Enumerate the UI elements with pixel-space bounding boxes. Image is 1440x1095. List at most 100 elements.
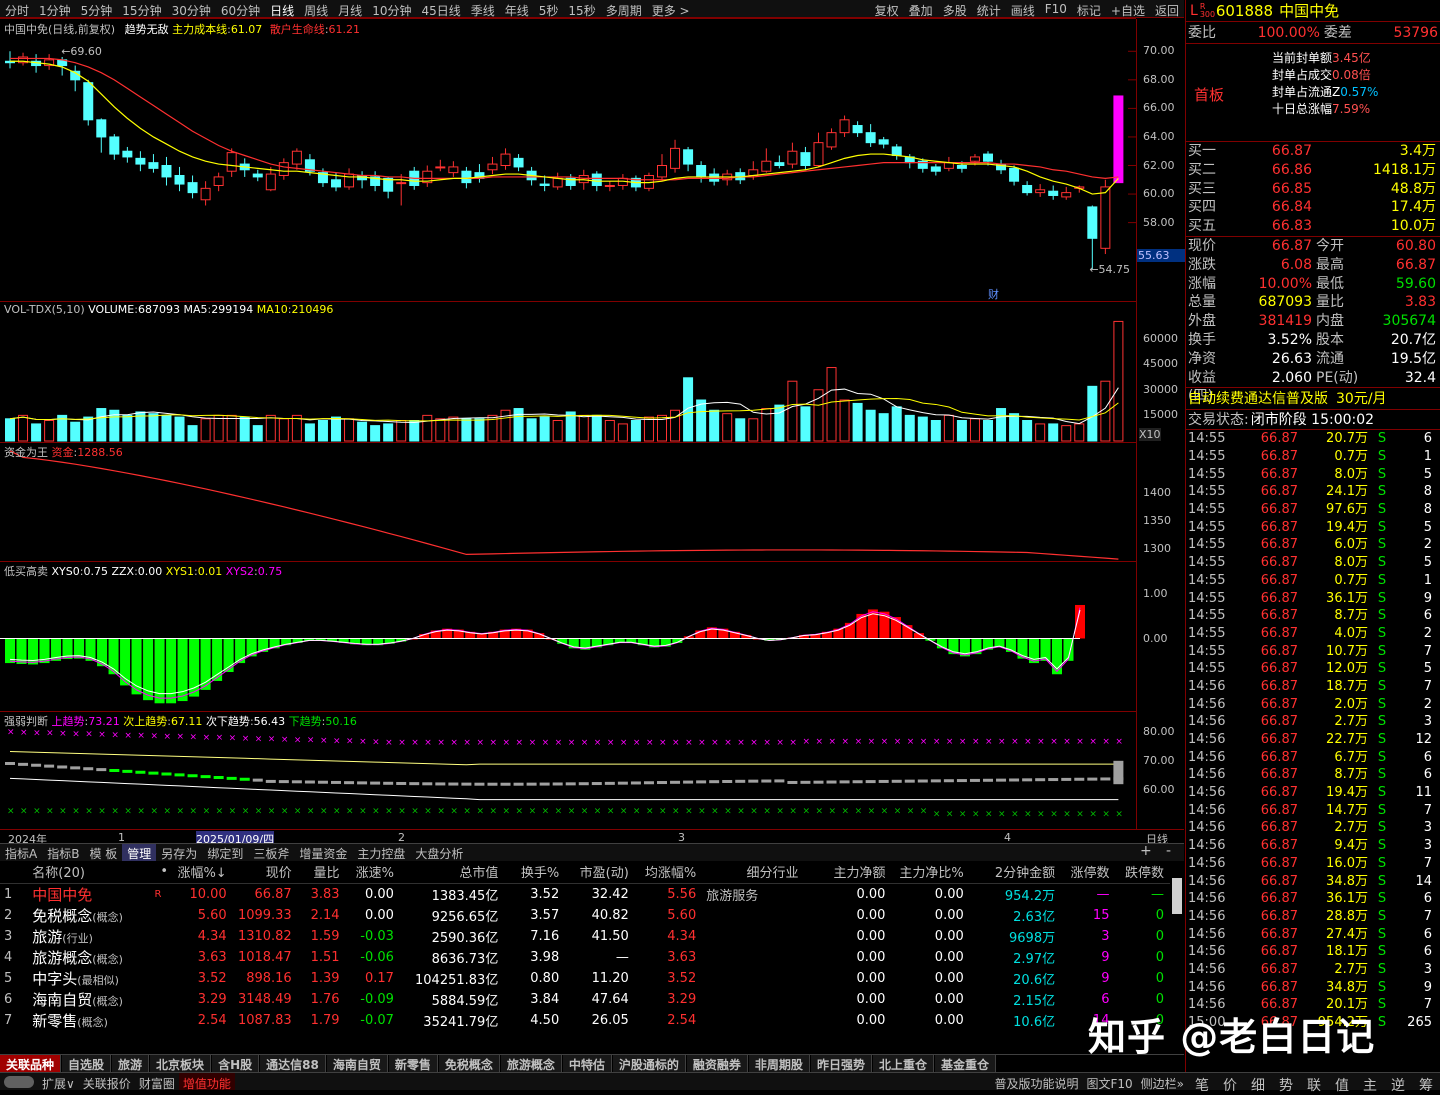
row-name[interactable]: 免税概念(概念) <box>28 905 148 926</box>
period-tab-4[interactable]: 30分钟 <box>167 0 216 18</box>
table-row[interactable]: 6 海南自贸(概念) 3.29 3148.49 1.76 -0.09 5884.59亿 3.8… <box>0 989 1170 1010</box>
stock-name-cell[interactable]: 海南自贸 <box>32 991 92 1009</box>
status-right-2[interactable]: 侧边栏» <box>1137 1073 1188 1091</box>
subtab-3[interactable]: 管理 <box>122 844 157 861</box>
table-row[interactable]: 3 旅游(行业) 4.34 1310.82 1.59 -0.03 2590.36亿 7.16 4… <box>0 926 1170 947</box>
candle-panel[interactable]: 中国中免(日线,前复权) 趋势无敌 主力成本线:61.07 散户生命线:61.2… <box>0 18 1185 302</box>
toolbar-button-1[interactable]: 叠加 <box>904 0 938 18</box>
block-tab-6[interactable]: 海南自贸 <box>326 1055 388 1072</box>
block-tab-4[interactable]: 含H股 <box>212 1055 260 1072</box>
stock-name-cell[interactable]: 新零售 <box>32 1012 77 1030</box>
toggle-switch[interactable] <box>4 1076 34 1088</box>
block-tab-3[interactable]: 北京板块 <box>150 1055 212 1072</box>
col-header-12[interactable]: 主力净额 <box>804 861 892 884</box>
block-tab-5[interactable]: 通达信88 <box>260 1055 326 1072</box>
col-header-9[interactable]: 市盈(动) <box>565 861 635 884</box>
oscillator-chart-svg[interactable] <box>0 562 1136 712</box>
table-row[interactable]: 1 中国中免 R 10.00 66.87 3.83 0.00 1383.45亿 3.52 32.4… <box>0 883 1170 905</box>
toolbar-button-3[interactable]: 统计 <box>972 0 1006 18</box>
col-header-7[interactable]: 总市值 <box>399 861 505 884</box>
row-name[interactable]: 中字头(最相似) <box>28 968 148 989</box>
stock-name-cell[interactable]: 免税概念 <box>32 907 92 925</box>
row-name[interactable]: 新零售(概念) <box>28 1010 148 1031</box>
strength-chart-svg[interactable]: × × × × × × × × × × × × × × × × × × × × × × × × × × × × × × × × × × × × × × × ×… <box>0 712 1136 830</box>
promo-price[interactable]: 30元/月 <box>1336 388 1387 409</box>
subtab-4[interactable]: 另存为 <box>156 844 202 861</box>
period-tab-7[interactable]: 周线 <box>299 0 333 18</box>
period-tab-10[interactable]: 45日线 <box>416 0 465 18</box>
stock-name-cell[interactable]: 中字头 <box>32 970 77 988</box>
status-right-8[interactable]: 值 <box>1328 1073 1356 1094</box>
period-tab-9[interactable]: 10分钟 <box>367 0 416 18</box>
period-tab-6[interactable]: 日线 <box>265 0 299 18</box>
volume-panel[interactable]: VOL-TDX(5,10) VOLUME:687093 MA5:299194 M… <box>0 301 1178 443</box>
add-panel-button[interactable]: + <box>1140 843 1152 859</box>
block-tab-13[interactable]: 非周期股 <box>748 1055 810 1072</box>
tick-list[interactable]: 14:55 66.87 20.7万 S 6 14:55 66.87 0.7万 S 1 14:55 66… <box>1186 430 1440 1031</box>
block-tab-1[interactable]: 自选股 <box>62 1055 112 1072</box>
row-name[interactable]: 旅游(行业) <box>28 926 148 947</box>
col-header-0[interactable] <box>0 861 29 884</box>
status-left-1[interactable]: 关联报价 <box>79 1073 135 1091</box>
table-row[interactable]: 7 新零售(概念) 2.54 1087.83 1.79 -0.07 35241.79亿 4.5… <box>0 1010 1170 1031</box>
period-tab-16[interactable]: 更多 > <box>647 0 695 18</box>
period-tab-3[interactable]: 15分钟 <box>117 0 166 18</box>
status-right-9[interactable]: 主 <box>1356 1073 1384 1094</box>
block-tab-2[interactable]: 旅游 <box>112 1055 150 1072</box>
toolbar-button-0[interactable]: 复权 <box>870 0 904 18</box>
status-right-3[interactable]: 笔 <box>1188 1073 1216 1094</box>
row-name[interactable]: 中国中免 <box>28 883 148 905</box>
candle-chart-svg[interactable]: ←69.60 ←54.75 财 <box>0 19 1136 302</box>
block-tab-12[interactable]: 融资融券 <box>686 1055 748 1072</box>
period-tab-1[interactable]: 1分钟 <box>34 0 76 18</box>
col-header-8[interactable]: 换手% <box>504 861 566 884</box>
volume-chart-svg[interactable] <box>0 302 1136 443</box>
oscillator-panel[interactable]: 低买高卖 XYS0:0.75 ZZX:0.00 XYS1:0.01 XYS2:0… <box>0 561 1168 712</box>
money-panel[interactable]: 资金为王 资金:1288.56 1400 1350 1300 <box>0 442 1171 562</box>
promo-row[interactable]: 自动续费通达信普及版 30元/月 <box>1186 388 1440 411</box>
table-row[interactable]: 2 免税概念(概念) 5.60 1099.33 2.14 0.00 9256.65亿 3.57… <box>0 905 1170 926</box>
block-tab-0[interactable]: 关联品种 <box>0 1055 62 1072</box>
status-left-3[interactable]: 增值功能 <box>178 1073 235 1091</box>
status-right-11[interactable]: 筹 <box>1412 1073 1440 1094</box>
col-header-16[interactable]: 跌停数 <box>1115 861 1170 884</box>
col-header-11[interactable]: 细分行业 <box>702 861 805 884</box>
block-tab-11[interactable]: 沪股通标的 <box>612 1055 686 1072</box>
toolbar-button-6[interactable]: 标记 <box>1072 0 1106 18</box>
block-tab-15[interactable]: 北上重仓 <box>872 1055 934 1072</box>
block-tab-10[interactable]: 中特估 <box>562 1055 612 1072</box>
col-header-13[interactable]: 主力净比% <box>891 861 970 884</box>
remove-panel-button[interactable]: - <box>1166 843 1171 859</box>
table-scrollbar[interactable] <box>1172 878 1182 914</box>
stock-name-cell[interactable]: 旅游 <box>32 928 62 946</box>
period-tab-12[interactable]: 年线 <box>500 0 534 18</box>
row-name[interactable]: 海南自贸(概念) <box>28 989 148 1010</box>
status-right-1[interactable]: 图文F10 <box>1082 1073 1136 1091</box>
promo-text[interactable]: 自动续费通达信普及版 <box>1188 388 1328 409</box>
subtab-0[interactable]: 指标A <box>0 844 42 861</box>
block-tab-8[interactable]: 免税概念 <box>438 1055 500 1072</box>
status-right-7[interactable]: 联 <box>1300 1073 1328 1094</box>
subtab-6[interactable]: 三板斧 <box>248 844 294 861</box>
col-header-5[interactable]: 量比 <box>297 861 346 884</box>
period-tab-15[interactable]: 多周期 <box>601 0 647 18</box>
col-header-14[interactable]: 2分钟金额 <box>969 861 1062 884</box>
toolbar-button-8[interactable]: 返回 <box>1150 0 1184 18</box>
status-right-5[interactable]: 细 <box>1244 1073 1272 1094</box>
block-tab-14[interactable]: 昨日强势 <box>810 1055 872 1072</box>
subtab-1[interactable]: 指标B <box>42 844 84 861</box>
toolbar-button-2[interactable]: 多股 <box>938 0 972 18</box>
period-tab-14[interactable]: 15秒 <box>563 0 600 18</box>
money-chart-svg[interactable] <box>0 443 1136 562</box>
col-header-3[interactable]: 涨幅%↓ <box>173 861 233 884</box>
chart-area[interactable]: 中国中免(日线,前复权) 趋势无敌 主力成本线:61.07 散户生命线:61.2… <box>0 18 1185 848</box>
period-tab-0[interactable]: 分时 <box>0 0 34 18</box>
block-tab-16[interactable]: 基金重仓 <box>934 1055 996 1072</box>
col-header-15[interactable]: 涨停数 <box>1061 861 1116 884</box>
col-header-1[interactable]: 名称(20) <box>28 861 148 884</box>
period-tab-8[interactable]: 月线 <box>333 0 367 18</box>
period-tab-13[interactable]: 5秒 <box>534 0 564 18</box>
table-row[interactable]: 4 旅游概念(概念) 3.63 1018.47 1.51 -0.06 8636.73亿 3.9… <box>0 947 1170 968</box>
status-left-2[interactable]: 财富圈 <box>135 1073 179 1091</box>
col-header-4[interactable]: 现价 <box>232 861 298 884</box>
